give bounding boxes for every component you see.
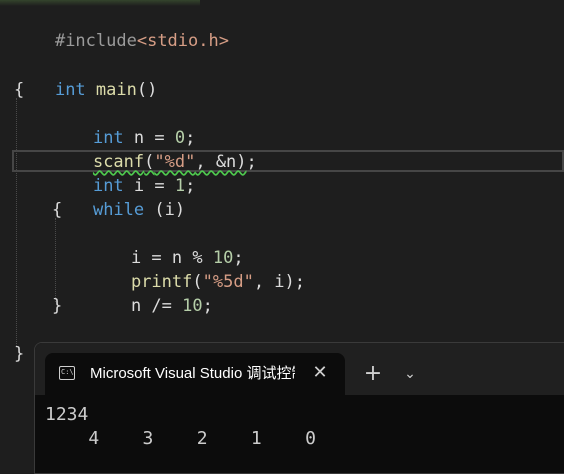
code-line-decl-i: int i = 1; xyxy=(92,176,196,196)
code-line-close-brace: } xyxy=(14,344,25,364)
code-line-return: return 0; xyxy=(52,318,185,364)
indent-guide xyxy=(16,98,17,346)
code-line-include: #include<stdio.h> xyxy=(54,31,229,51)
code-line-div: n /= 10; xyxy=(130,296,213,316)
terminal-tab-bar: C:\ Microsoft Visual Studio 调试控制台 ✕ + ⌄ xyxy=(35,343,564,395)
plus-icon[interactable]: + xyxy=(361,362,385,386)
terminal-output-line: 4 3 2 1 0 xyxy=(45,428,316,449)
code-line-while-open: { xyxy=(52,200,63,220)
chevron-down-icon[interactable]: ⌄ xyxy=(399,362,421,386)
debug-console-window[interactable]: C:\ Microsoft Visual Studio 调试控制台 ✕ + ⌄ … xyxy=(34,342,564,474)
code-line-while-close: } xyxy=(52,296,63,316)
code-line-open-brace: { xyxy=(14,80,25,100)
code-line-while: while (i) xyxy=(92,200,186,220)
code-line-scanf: scanf("%d", &n); xyxy=(92,152,257,172)
terminal-tab[interactable]: C:\ Microsoft Visual Studio 调试控制台 ✕ xyxy=(45,353,345,395)
terminal-input-line: 1234 xyxy=(45,404,89,425)
code-line-main: int main() xyxy=(54,80,158,100)
code-line-decl-n: int n = 0; xyxy=(92,128,196,148)
code-line-printf: printf("%5d", i); xyxy=(130,272,305,292)
code-line-mod: i = n % 10; xyxy=(130,248,244,268)
close-icon[interactable]: ✕ xyxy=(309,362,331,384)
terminal-tab-title: Microsoft Visual Studio 调试控制台 xyxy=(90,365,295,382)
console-icon: C:\ xyxy=(59,366,75,380)
